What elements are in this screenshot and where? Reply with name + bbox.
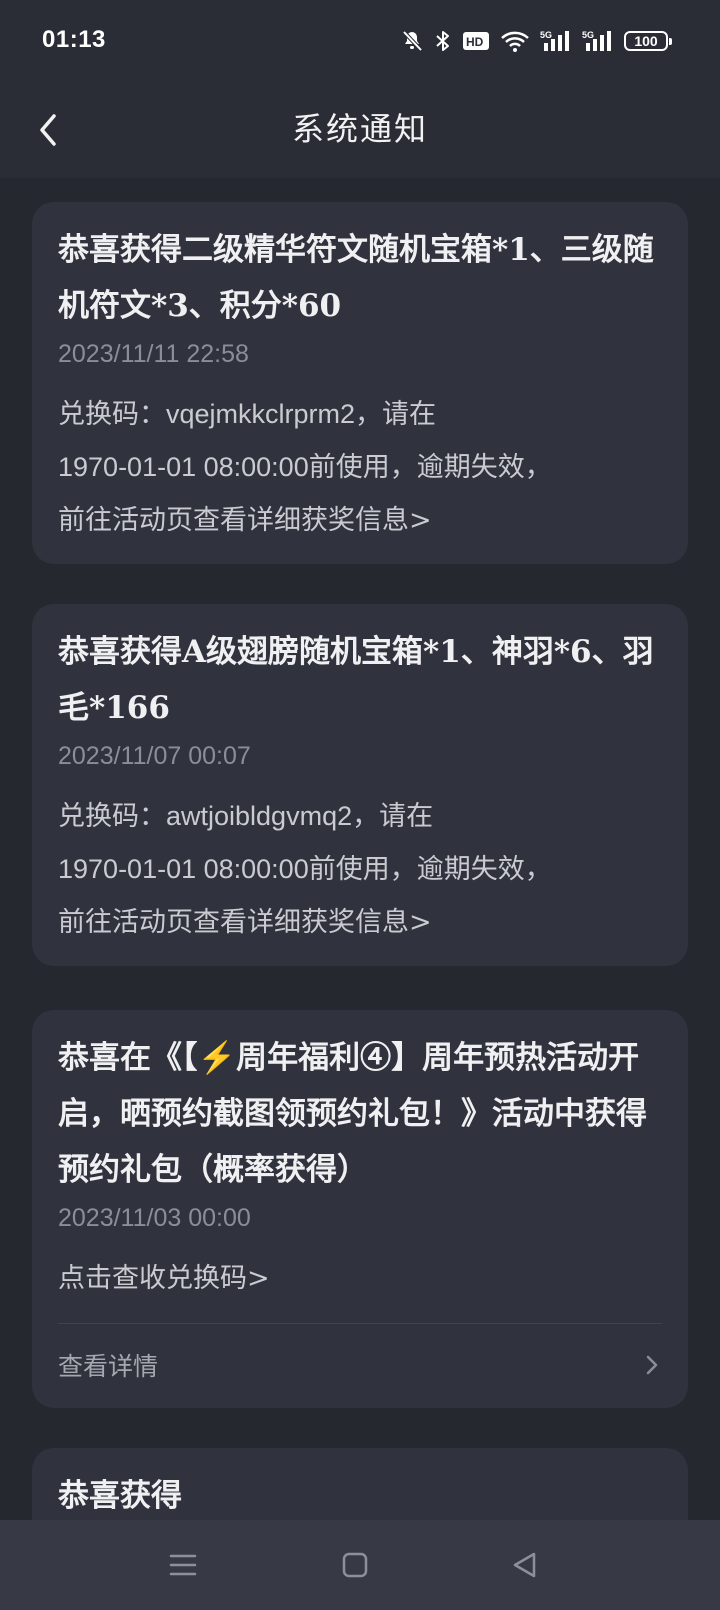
body-suffix: ，请在 bbox=[352, 801, 434, 832]
mute-bell-icon bbox=[400, 29, 424, 53]
notification-title: 恭喜获得A级翅膀随机宝箱*1、神羽*6、羽毛*166 bbox=[58, 634, 654, 726]
activity-link[interactable]: 前往活动页查看详细获奖信息> bbox=[58, 896, 662, 949]
status-bar: 01:13 HD 5G 5G 100 bbox=[0, 0, 720, 86]
notification-card[interactable]: 恭喜获得 bbox=[32, 1448, 688, 1520]
battery-icon: 100 bbox=[624, 31, 672, 51]
code-label: 兑换码： bbox=[58, 399, 166, 430]
redeem-code[interactable]: awtjoibldgvmq2 bbox=[166, 801, 352, 831]
notification-time: 2023/11/07 00:07 bbox=[58, 742, 251, 770]
system-nav-bar bbox=[0, 1520, 720, 1610]
notification-time: 2023/11/11 22:58 bbox=[58, 340, 249, 368]
svg-text:5G: 5G bbox=[540, 30, 552, 40]
notification-list[interactable]: 恭喜获得二级精华符文随机宝箱*1、三级随机符文*3、积分*60 2023/11/… bbox=[0, 178, 720, 1520]
signal-5g-icon: 5G bbox=[540, 29, 572, 53]
home-square-icon bbox=[342, 1552, 368, 1578]
claim-code-link[interactable]: 点击查收兑换码> bbox=[58, 1252, 662, 1305]
home-button[interactable] bbox=[332, 1542, 378, 1588]
notification-body[interactable]: 兑换码：awtjoibldgvmq2，请在 1970-01-01 08:00:0… bbox=[58, 790, 662, 949]
page-title: 系统通知 bbox=[291, 110, 428, 148]
app-header: 系统通知 bbox=[0, 86, 720, 178]
notification-card[interactable]: 恭喜在《【⚡周年福利④】周年预热活动开启，晒预约截图领预约礼包！》活动中获得预约… bbox=[32, 1010, 688, 1408]
wifi-icon bbox=[500, 29, 530, 53]
activity-link[interactable]: 前往活动页查看详细获奖信息> bbox=[58, 494, 662, 547]
chevron-right-icon bbox=[646, 1355, 658, 1375]
svg-text:5G: 5G bbox=[582, 30, 594, 40]
notification-time: 2023/11/03 00:00 bbox=[58, 1204, 251, 1232]
hd-voice-icon: HD bbox=[462, 31, 490, 51]
notification-title: 恭喜获得 bbox=[58, 1478, 182, 1514]
redeem-code[interactable]: vqejmkkclrprm2 bbox=[166, 399, 355, 429]
body-suffix: ，请在 bbox=[355, 399, 437, 430]
expiry-text: 1970-01-01 08:00:00前使用，逾期失效， bbox=[58, 452, 552, 482]
back-triangle-icon bbox=[513, 1552, 536, 1578]
signal-5g-icon: 5G bbox=[582, 29, 614, 53]
back-nav-button[interactable] bbox=[502, 1542, 548, 1588]
view-details-button[interactable]: 查看详情 bbox=[58, 1324, 662, 1406]
svg-text:HD: HD bbox=[466, 35, 484, 49]
notification-card[interactable]: 恭喜获得A级翅膀随机宝箱*1、神羽*6、羽毛*166 2023/11/07 00… bbox=[32, 604, 688, 966]
notification-title: 恭喜在《【⚡周年福利④】周年预热活动开启，晒预约截图领预约礼包！》活动中获得预约… bbox=[58, 1040, 647, 1188]
notification-card[interactable]: 恭喜获得二级精华符文随机宝箱*1、三级随机符文*3、积分*60 2023/11/… bbox=[32, 202, 688, 564]
notification-title: 恭喜获得二级精华符文随机宝箱*1、三级随机符文*3、积分*60 bbox=[58, 232, 654, 324]
code-label: 兑换码： bbox=[58, 801, 166, 832]
status-icons: HD 5G 5G 100 bbox=[400, 26, 672, 56]
menu-icon bbox=[169, 1554, 197, 1576]
recents-button[interactable] bbox=[160, 1542, 206, 1588]
status-time: 01:13 bbox=[42, 26, 106, 53]
expiry-text: 1970-01-01 08:00:00前使用，逾期失效， bbox=[58, 854, 552, 884]
notification-body[interactable]: 兑换码：vqejmkkclrprm2，请在 1970-01-01 08:00:0… bbox=[58, 388, 662, 547]
view-details-label: 查看详情 bbox=[58, 1352, 159, 1381]
bluetooth-icon bbox=[434, 29, 452, 53]
